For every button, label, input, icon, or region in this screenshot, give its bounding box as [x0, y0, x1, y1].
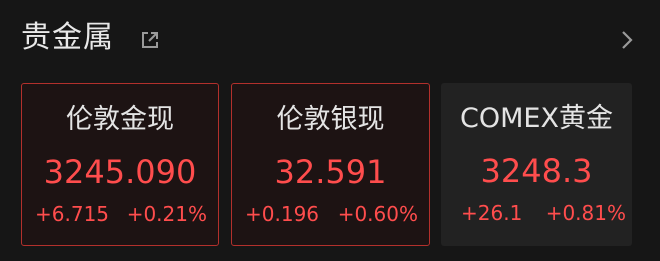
section-header: 贵金属: [0, 0, 660, 76]
quote-card-london-silver[interactable]: 伦敦银现 32.591 +0.196 +0.60%: [231, 83, 430, 246]
quote-change: +26.1: [461, 201, 523, 225]
quote-card-london-gold[interactable]: 伦敦金现 3245.090 +6.715 +0.21%: [21, 83, 219, 246]
quote-percent: +0.21%: [126, 202, 207, 226]
quote-change: +6.715: [35, 202, 110, 226]
share-icon[interactable]: [140, 30, 160, 50]
quote-price: 3245.090: [43, 153, 197, 191]
quote-percent: +0.60%: [337, 202, 418, 226]
quote-price: 3248.3: [480, 152, 593, 190]
chevron-right-icon[interactable]: [618, 28, 636, 52]
quote-card-comex-gold[interactable]: COMEX黄金 3248.3 +26.1 +0.81%: [441, 83, 632, 246]
quote-cards: 伦敦金现 3245.090 +6.715 +0.21% 伦敦银现 32.591 …: [21, 83, 660, 261]
quote-name: 伦敦银现: [276, 104, 385, 135]
section-title: 贵金属: [21, 20, 114, 55]
quote-name: 伦敦金现: [66, 104, 174, 135]
quote-change: +0.196: [245, 202, 320, 226]
quote-price: 32.591: [274, 153, 387, 191]
quote-percent: +0.81%: [545, 201, 626, 225]
quote-name: COMEX黄金: [460, 103, 613, 134]
